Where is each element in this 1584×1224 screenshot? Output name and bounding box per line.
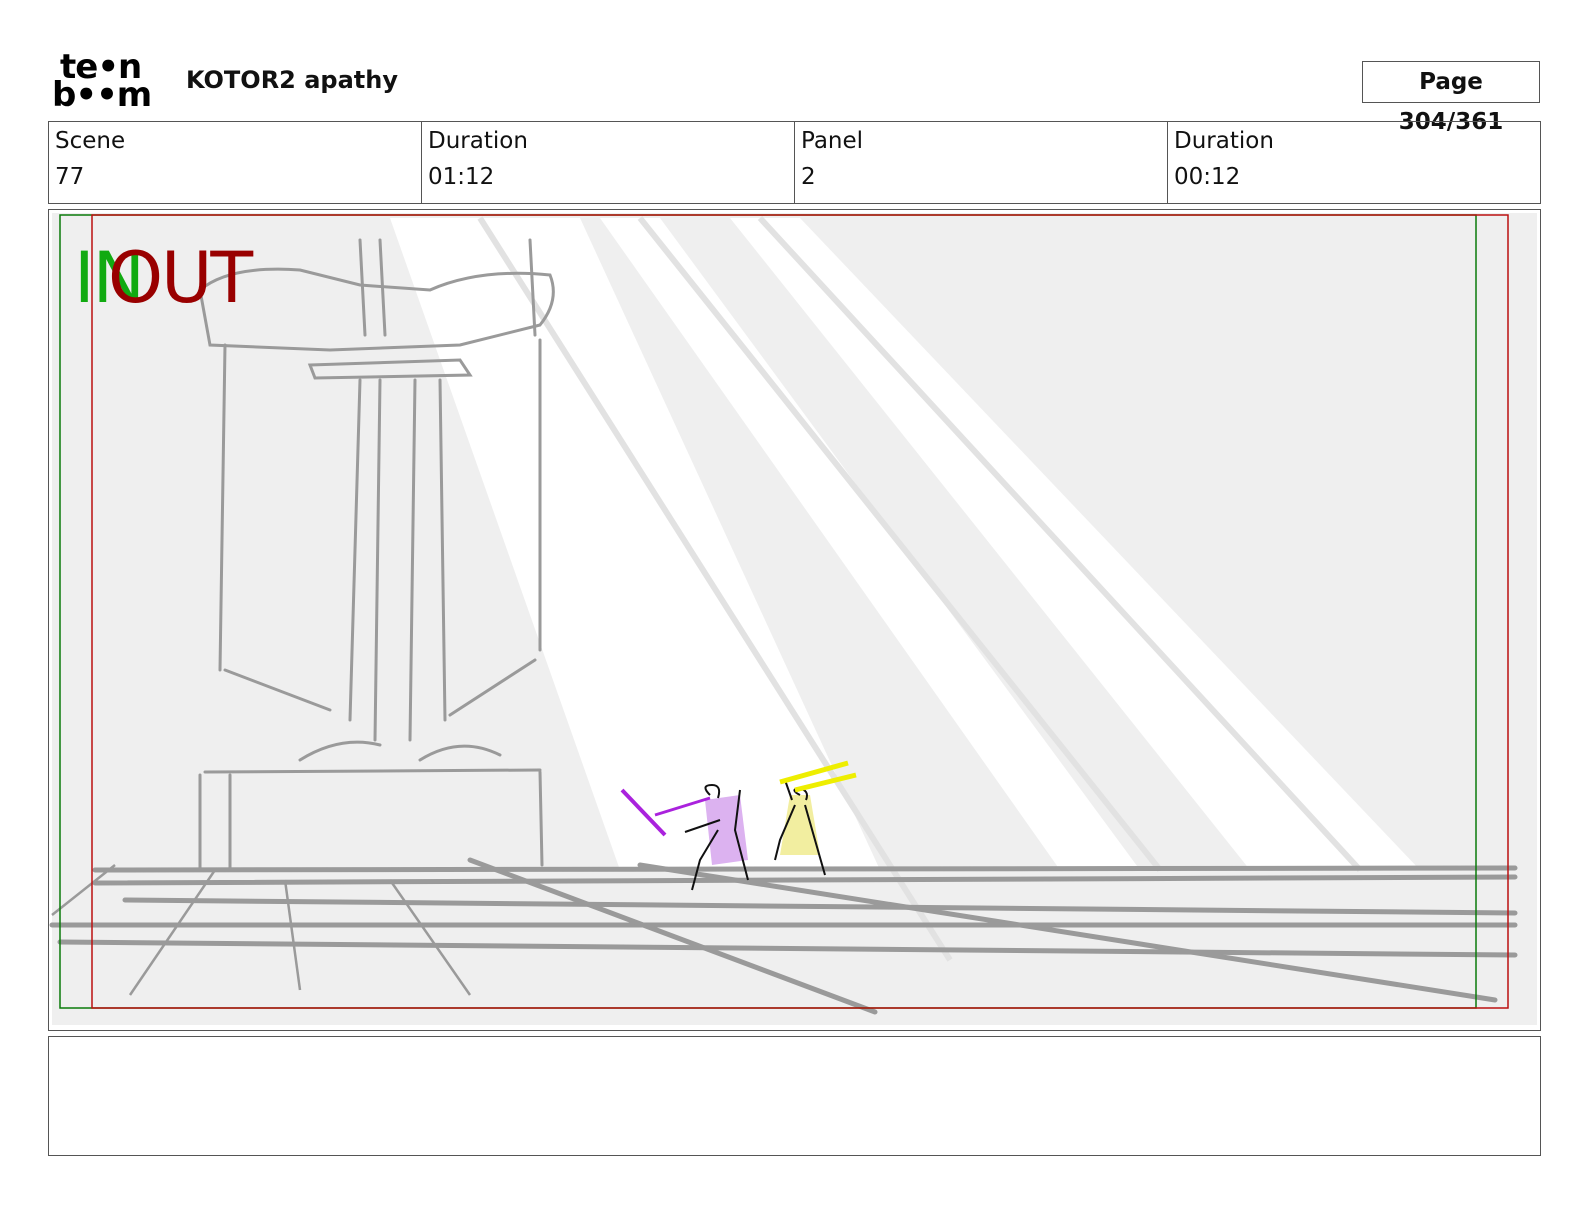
out-marker: OUT [108,237,253,319]
panel-notes [48,1036,1541,1156]
